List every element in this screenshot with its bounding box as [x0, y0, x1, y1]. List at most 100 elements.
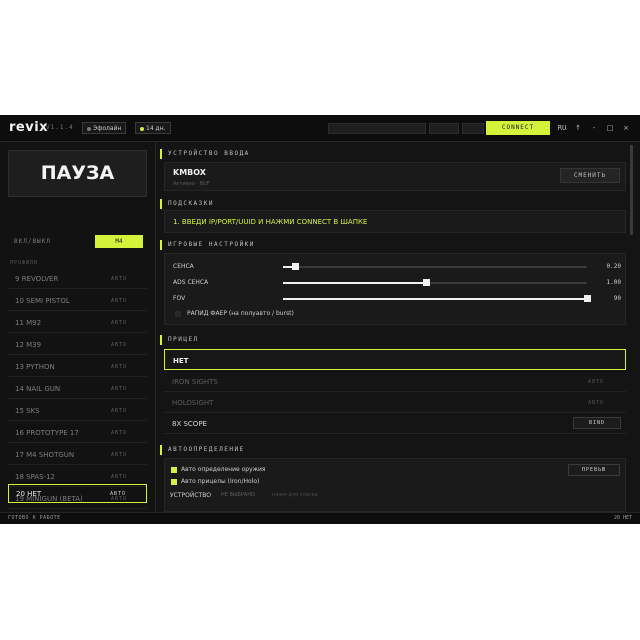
auto-scope-checkbox[interactable]: [171, 479, 177, 485]
scope-bind-button[interactable]: BIND: [573, 417, 621, 429]
profile-name: 20 НЕТ: [16, 490, 42, 498]
app-version: V1.1.4: [46, 124, 74, 131]
section-title-input-device: УСТРОЙСТВО ВВОДА: [160, 149, 250, 159]
fov-label: FOV: [173, 295, 186, 302]
profile-item[interactable]: 11 M92 АВТО: [8, 314, 147, 333]
title-bar: revix V1.1.4 Эфолайн 14 дн. CONNECT RU ↑…: [0, 115, 640, 142]
ip-field[interactable]: [328, 123, 426, 134]
ads-sens-label: ADS СЕНСА: [173, 279, 209, 286]
status-text: ГОТОВО К РАБОТЕ: [8, 515, 61, 521]
section-title-hints: ПОДСКАЗКИ: [160, 199, 214, 209]
mode-badge[interactable]: Эфолайн: [82, 122, 127, 134]
scope-option[interactable]: НЕТ: [164, 349, 626, 370]
maximize-icon[interactable]: □: [604, 121, 616, 135]
port-field[interactable]: [429, 123, 459, 134]
scope-state: АВТО: [587, 379, 604, 385]
connect-button[interactable]: CONNECT: [486, 121, 550, 135]
status-dot-icon: [87, 126, 91, 131]
main-panel: УСТРОЙСТВО ВВОДА KMBOX Активно · BUF СМЕ…: [160, 142, 626, 512]
slider-fill: [283, 298, 587, 300]
profile-state: АВТО: [109, 491, 126, 497]
fov-slider[interactable]: [283, 295, 591, 302]
profile-state: АВТО: [110, 386, 127, 392]
game-settings-panel: СЕНСА 0.20 ADS СЕНСА 1.00 FOV 90 РАПИД Ф…: [164, 253, 626, 325]
slider-fill: [283, 282, 426, 284]
profile-state: АВТО: [110, 364, 127, 370]
profile-item[interactable]: 12 M39 АВТО: [8, 336, 147, 355]
scope-name: НЕТ: [173, 357, 189, 365]
scope-option[interactable]: IRON SIGHTS АВТО: [164, 371, 626, 392]
change-device-button[interactable]: СМЕНИТЬ: [560, 168, 620, 183]
sens-label: СЕНСА: [173, 263, 194, 270]
days-label: 14 дн.: [146, 125, 166, 132]
rapid-fire-checkbox[interactable]: [175, 311, 181, 317]
rapid-fire-label: РАПИД ФАЕР (на полуавто / burst): [187, 310, 294, 317]
sidebar: ПАУЗА ВКЛ/ВЫКЛ M4 ПРОФИЛИ 9 REVOLVER АВТ…: [0, 142, 156, 512]
profile-name: 13 PYTHON: [15, 363, 55, 371]
profile-state: АВТО: [110, 298, 127, 304]
device-value[interactable]: НЕ ВЫБРАНО: [221, 492, 255, 498]
profile-state: АВТО: [110, 342, 127, 348]
scope-name: IRON SIGHTS: [172, 378, 218, 386]
language-button[interactable]: RU: [556, 121, 568, 135]
profile-item[interactable]: 16 PROTOTYPE 17 АВТО: [8, 424, 147, 443]
days-badge: 14 дн.: [135, 122, 171, 134]
scope-option[interactable]: 8X SCOPE BIND: [164, 413, 626, 434]
ads-sens-value: 1.00: [606, 279, 621, 286]
toggle-label: ВКЛ/ВЫКЛ: [14, 238, 51, 245]
close-icon[interactable]: ×: [620, 121, 632, 135]
slider-thumb[interactable]: [584, 295, 591, 302]
sens-value: 0.20: [606, 263, 621, 270]
profile-state: АВТО: [110, 276, 127, 282]
section-title-game-settings: ИГРОВЫЕ НАСТРОЙКИ: [160, 240, 255, 250]
profile-name: 17 M4 SHOTGUN: [15, 451, 75, 459]
pin-icon[interactable]: ↑: [572, 121, 584, 135]
hint-text: 1. ВВЕДИ IP/PORT/UUID И НАЖМИ CONNECT В …: [173, 218, 368, 226]
profile-item[interactable]: 14 NAIL GUN АВТО: [8, 380, 147, 399]
profile-item[interactable]: 17 M4 SHOTGUN АВТО: [8, 446, 147, 465]
diamond-icon: [140, 126, 144, 131]
fov-value: 90: [613, 295, 621, 302]
profile-state: АВТО: [110, 320, 127, 326]
app-logo: revix: [9, 120, 49, 135]
autodetect-panel: Авто определение оружия Авто прицелы (Ir…: [164, 458, 626, 512]
toggle-key-button[interactable]: M4: [95, 235, 143, 248]
scope-option[interactable]: HOLOSIGHT АВТО: [164, 392, 626, 413]
profile-state: АВТО: [110, 408, 127, 414]
profile-name: 12 M39: [15, 341, 42, 349]
slider-thumb[interactable]: [292, 263, 300, 270]
profiles-label: ПРОФИЛИ: [10, 260, 39, 266]
uuid-field[interactable]: [462, 123, 484, 134]
scope-name: HOLOSIGHT: [172, 399, 214, 407]
device-hint: · нажм для списка: [269, 492, 318, 498]
profile-name: 14 NAIL GUN: [15, 385, 61, 393]
profile-state: АВТО: [110, 430, 127, 436]
profile-state: АВТО: [110, 474, 127, 480]
ads-sens-slider[interactable]: [283, 279, 587, 286]
preview-button[interactable]: ПРЕВЬЮ: [568, 464, 620, 476]
auto-weapon-label: Авто определение оружия: [181, 466, 266, 473]
main-scrollbar[interactable]: [630, 145, 633, 235]
status-bar: ГОТОВО К РАБОТЕ 20 НЕТ: [0, 512, 640, 524]
minimize-icon[interactable]: -: [588, 121, 600, 135]
mode-label: Эфолайн: [93, 125, 122, 132]
profile-name: 9 REVOLVER: [15, 275, 59, 283]
active-profile-status: 20 НЕТ: [613, 515, 632, 521]
profile-item[interactable]: 9 REVOLVER АВТО: [8, 270, 147, 289]
profile-item[interactable]: 15 SKS АВТО: [8, 402, 147, 421]
section-title-autodetect: АВТООПРЕДЕЛЕНИЕ: [160, 445, 245, 455]
pause-button[interactable]: ПАУЗА: [8, 150, 147, 197]
sens-slider[interactable]: [283, 263, 587, 270]
profile-item[interactable]: 13 PYTHON АВТО: [8, 358, 147, 377]
slider-thumb[interactable]: [422, 279, 430, 286]
hints-panel: 1. ВВЕДИ IP/PORT/UUID И НАЖМИ CONNECT В …: [164, 210, 626, 233]
profile-item[interactable]: 10 SEMI PISTOL АВТО: [8, 292, 147, 311]
device-subtitle: Активно · BUF: [173, 181, 210, 187]
scope-state: АВТО: [587, 400, 604, 406]
profile-item-active[interactable]: 20 НЕТ АВТО: [8, 484, 147, 503]
scope-name: 8X SCOPE: [172, 420, 207, 428]
profile-name: 11 M92: [15, 319, 42, 327]
profile-name: 10 SEMI PISTOL: [15, 297, 70, 305]
auto-weapon-checkbox[interactable]: [171, 467, 177, 473]
app-window: revix V1.1.4 Эфолайн 14 дн. CONNECT RU ↑…: [0, 115, 640, 524]
